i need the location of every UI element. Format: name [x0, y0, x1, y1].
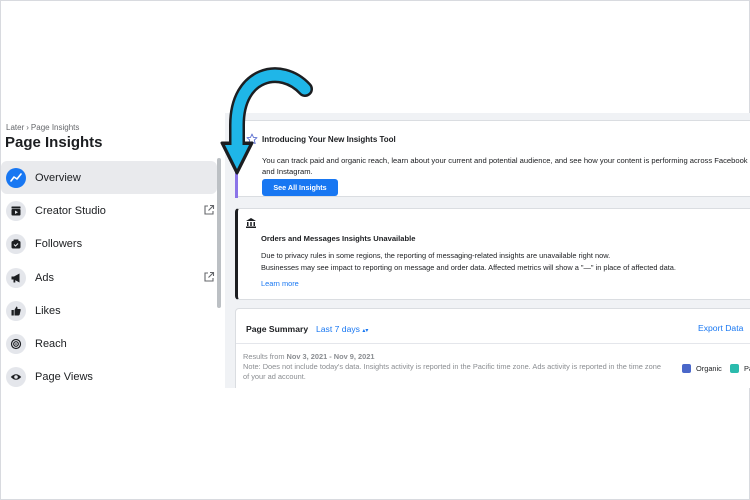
sidebar-item-overview[interactable]: Overview [1, 161, 217, 195]
results-dates: Nov 3, 2021 - Nov 9, 2021 [286, 352, 375, 361]
sidebar-item-label: Reach [35, 338, 67, 351]
breadcrumb: Later › Page Insights [6, 123, 79, 132]
legend-label: Pa [744, 364, 750, 373]
orders-message-line-1: Due to privacy rules in some regions, th… [261, 251, 611, 260]
megaphone-icon [6, 267, 26, 288]
sidebar-item-followers[interactable]: Followers [1, 228, 217, 261]
trend-icon [6, 167, 26, 188]
sidebar-item-ads[interactable]: Ads [1, 261, 217, 294]
orders-messages-card: Orders and Messages Insights Unavailable… [235, 208, 750, 300]
sidebar-item-label: Followers [35, 238, 83, 251]
sidebar-item-label: Page Views [35, 371, 93, 384]
orders-title: Orders and Messages Insights Unavailable [261, 234, 416, 243]
results-prefix: Results from [243, 352, 285, 361]
legend-swatch [682, 364, 691, 373]
clapper-icon [6, 200, 26, 221]
screenshot-frame: Later › Page Insights Page Insights Overvi… [0, 0, 750, 500]
timezone-note: Note: Does not include today's data. Ins… [243, 362, 661, 381]
legend-label: Organic [696, 364, 722, 373]
learn-more-link[interactable]: Learn more [261, 279, 299, 288]
legend-item-paid: Pa [730, 364, 750, 373]
sidebar-item-label: Likes [35, 304, 61, 317]
eye-icon [6, 367, 26, 388]
sidebar-item-label: Overview [35, 171, 81, 184]
summary-title: Page Summary [246, 324, 309, 334]
export-data-link[interactable]: Export Data [698, 323, 743, 333]
sidebar-item-likes[interactable]: Likes [1, 294, 217, 327]
page-title: Page Insights [5, 134, 103, 151]
sidebar-scrollbar[interactable] [217, 158, 221, 308]
thumbs-up-icon [6, 300, 26, 321]
legend-item-organic: Organic [682, 364, 722, 373]
sidebar-item-label: Creator Studio [35, 204, 106, 217]
sort-arrows-icon: ▴▾ [362, 328, 369, 334]
legend-swatch [730, 364, 739, 373]
breadcrumb-parent[interactable]: Later [6, 123, 24, 132]
intro-description: You can track paid and organic reach, le… [262, 156, 748, 176]
sidebar-item-reach[interactable]: Reach [1, 327, 217, 360]
reach-icon [6, 334, 26, 355]
sidebar: Later › Page Insights Page Insights Overvi… [1, 113, 225, 388]
page-summary-card: Page Summary Last 7 days ▴▾ Export Data … [235, 308, 750, 388]
sidebar-nav: Overview Creator Studio Followers Ads Li… [1, 161, 217, 388]
date-range-value: Last 7 days [316, 324, 360, 334]
breadcrumb-separator: › [26, 123, 29, 132]
date-range-dropdown[interactable]: Last 7 days ▴▾ [316, 324, 368, 334]
orders-message-line-2: Businesses may see impact to reporting o… [261, 263, 676, 272]
insights-viewport: Later › Page Insights Page Insights Overvi… [1, 113, 750, 388]
sidebar-item-page-views[interactable]: Page Views [1, 361, 217, 388]
external-link-icon[interactable] [203, 204, 215, 216]
bank-icon [246, 218, 256, 228]
callout-arrow [220, 67, 313, 175]
sidebar-item-creator-studio[interactable]: Creator Studio [1, 194, 217, 227]
external-link-icon[interactable] [203, 271, 215, 283]
breadcrumb-current: Page Insights [30, 123, 80, 132]
results-range: Results from Nov 3, 2021 - Nov 9, 2021 [243, 352, 374, 361]
see-all-insights-button[interactable]: See All Insights [262, 179, 338, 196]
sidebar-item-label: Ads [35, 271, 54, 284]
divider [236, 343, 750, 344]
followers-icon [6, 234, 26, 255]
